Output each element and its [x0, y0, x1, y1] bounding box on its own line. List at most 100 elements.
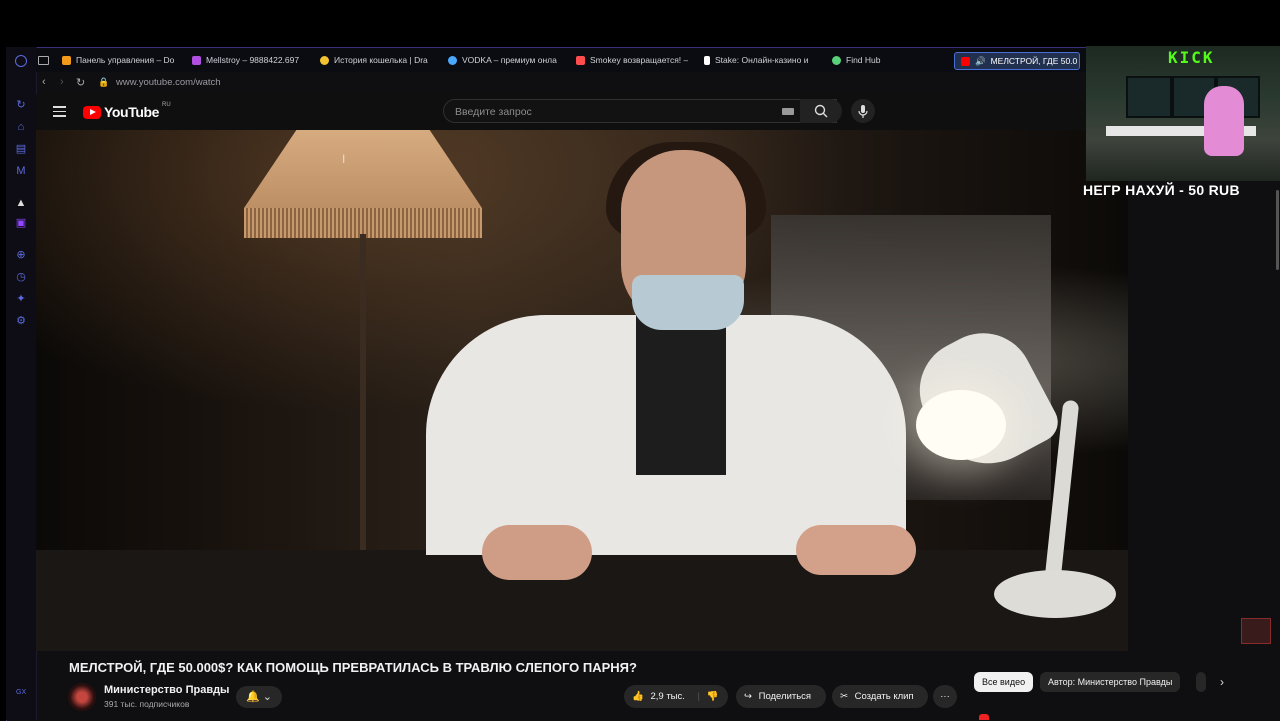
forward-icon[interactable]: › [60, 76, 64, 88]
tab-mellstroy[interactable]: Mellstroy – 9888422.697 [192, 52, 304, 68]
donation-alert: НЕГР НАХУЙ - 50 RUB [1083, 182, 1240, 198]
desk-lamp-bulb [916, 390, 1006, 460]
settings-icon[interactable]: ⚙ [15, 315, 27, 327]
youtube-wordmark: YouTube [104, 104, 160, 120]
speaker-icon[interactable]: 🔊 [975, 56, 986, 67]
desk-lamp-base [994, 570, 1116, 618]
gx-label: GX [16, 689, 27, 696]
kick-logo: KICK [1168, 48, 1215, 67]
tab-label: Stake: Онлайн-казино и [715, 55, 809, 65]
menu-icon[interactable] [53, 106, 66, 117]
more-actions-button[interactable]: ··· [933, 685, 957, 708]
chip-next-partial[interactable] [1196, 672, 1206, 692]
search-icon [814, 104, 828, 118]
keyboard-icon[interactable] [782, 108, 794, 115]
channel-name[interactable]: Министерство Правды [104, 684, 229, 696]
history-icon[interactable]: ◷ [15, 271, 27, 283]
search-placeholder: Введите запрос [455, 106, 532, 118]
region-label: RU [162, 102, 171, 108]
subscriber-count: 391 тыс. подписчиков [104, 699, 190, 709]
tab-wallet-history[interactable]: История кошелька | Dra [320, 52, 432, 68]
tab-favicon [192, 55, 201, 65]
video-player[interactable]: I [36, 130, 1128, 651]
voice-search-button[interactable] [851, 99, 875, 123]
like-dislike-group: 👍 2,9 тыс. | 👎 [624, 685, 728, 708]
tab-favicon [961, 56, 970, 66]
like-icon[interactable]: 👍 [632, 691, 644, 702]
scissors-icon: ✂ [840, 691, 848, 702]
streamer [1204, 86, 1244, 156]
chevron-right-icon[interactable]: › [1220, 675, 1224, 689]
shorts-icon[interactable] [979, 714, 989, 720]
store-icon[interactable]: ⌂ [15, 121, 27, 133]
person-left-hand [482, 525, 592, 580]
text-cursor-icon: I [342, 152, 346, 166]
workspace-icon[interactable] [38, 52, 49, 68]
back-icon[interactable]: ‹ [42, 76, 46, 88]
clip-label: Создать клип [854, 691, 914, 702]
messenger-icon[interactable]: M [15, 165, 27, 177]
tab-favicon [576, 55, 585, 65]
create-clip-button[interactable]: ✂ Создать клип [832, 685, 928, 708]
microphone-icon [858, 105, 868, 118]
chip-all-videos[interactable]: Все видео [974, 672, 1034, 692]
tab-label: Smokey возвращается! – [590, 55, 688, 65]
page-scrollbar[interactable] [1276, 190, 1279, 270]
twitch-icon[interactable]: ▣ [15, 217, 27, 229]
tab-bar: Панель управления – Do Mellstroy – 98884… [36, 48, 1086, 72]
tab-favicon [448, 55, 457, 65]
search-input[interactable]: Введите запрос [443, 99, 837, 123]
video-title: МЕЛСТРОЙ, ГДЕ 50.000$? КАК ПОМОЩЬ ПРЕВРА… [69, 660, 637, 675]
channel-watermark[interactable] [1241, 618, 1271, 644]
person-right-hand [796, 525, 916, 575]
share-label: Поделиться [758, 691, 812, 702]
bell-icon: 🔔 [246, 691, 260, 703]
search-button[interactable] [800, 99, 842, 123]
add-icon[interactable]: ⊕ [15, 249, 27, 261]
divider: | [697, 691, 701, 702]
tab-favicon [320, 55, 329, 65]
person-mask [632, 275, 744, 330]
tab-favicon [62, 55, 71, 65]
tab-find-hub[interactable]: Find Hub [832, 52, 932, 68]
floor-lamp-pole [360, 234, 366, 550]
url-field[interactable]: www.youtube.com/watch [116, 77, 221, 88]
opera-logo-icon[interactable] [15, 55, 27, 67]
tab-favicon [832, 55, 841, 65]
youtube-masthead: YouTube RU Введите запрос [36, 94, 1086, 130]
youtube-play-icon [83, 105, 101, 119]
stream-webcam-overlay: KICK [1086, 46, 1280, 181]
channel-avatar[interactable] [68, 683, 96, 711]
tab-smokey[interactable]: Smokey возвращается! – [576, 52, 688, 68]
more-icon: ··· [940, 691, 950, 702]
refresh-icon[interactable]: ↻ [15, 99, 27, 111]
notification-bell-button[interactable]: 🔔 ⌄ [236, 686, 282, 708]
tab-label: Find Hub [846, 55, 881, 65]
address-bar: ‹ › ↻ 🔒 www.youtube.com/watch [36, 72, 1086, 92]
share-button[interactable]: ↪ Поделиться [736, 685, 826, 708]
chip-author[interactable]: Автор: Министерство Правды [1040, 672, 1181, 692]
tab-label: Mellstroy – 9888422.697 [206, 55, 300, 65]
tab-label: VODKA – премиум онла [462, 55, 557, 65]
tab-stake[interactable]: Stake: Онлайн-казино и [704, 52, 816, 68]
reload-icon[interactable]: ↻ [76, 76, 85, 89]
tab-dashboard[interactable]: Панель управления – Do [62, 52, 174, 68]
share-icon: ↪ [744, 691, 752, 702]
youtube-logo[interactable]: YouTube RU [83, 102, 171, 120]
tab-favicon [704, 55, 710, 65]
app-icon[interactable]: ▲ [15, 197, 27, 209]
tab-label: Панель управления – Do [76, 55, 174, 65]
cam-monitor [1126, 76, 1172, 118]
lock-icon: 🔒 [98, 77, 110, 87]
wallet-icon[interactable]: ▤ [15, 143, 27, 155]
tab-youtube-active[interactable]: 🔊 МЕЛСТРОЙ, ГДЕ 50.0 [954, 52, 1080, 70]
browser-sidebar: ↻ ⌂ ▤ M ▲ ▣ ⊕ ◷ ✦ ⚙ [6, 47, 37, 720]
tab-vodka[interactable]: VODKA – премиум онла [448, 52, 560, 68]
tab-label: История кошелька | Dra [334, 55, 428, 65]
chevron-down-icon: ⌄ [262, 691, 272, 703]
extensions-icon[interactable]: ✦ [15, 293, 27, 305]
person-shirt [636, 315, 726, 475]
tab-label: МЕЛСТРОЙ, ГДЕ 50.0 [990, 56, 1078, 66]
dislike-icon[interactable]: 👎 [707, 691, 719, 702]
like-count[interactable]: 2,9 тыс. [650, 691, 684, 702]
